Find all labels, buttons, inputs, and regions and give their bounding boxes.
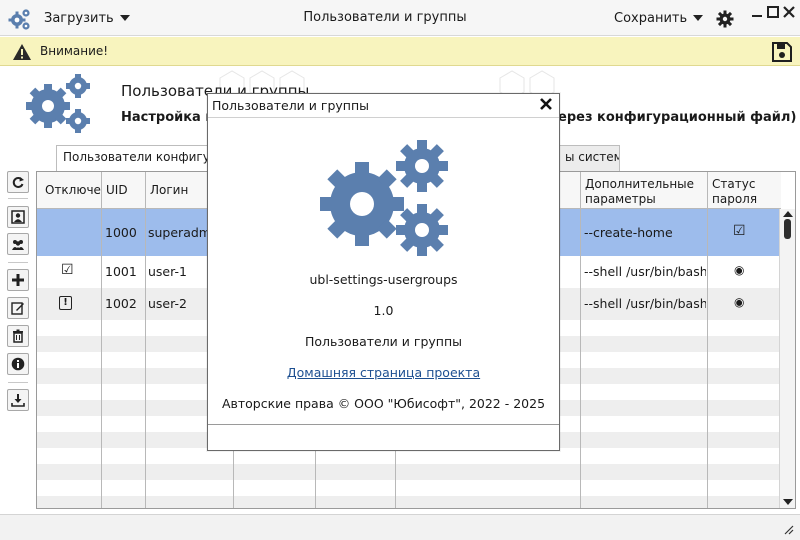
tab-config-users[interactable]: Пользователи конфигурации xyxy=(56,145,208,172)
download-icon xyxy=(11,394,25,407)
status-bar xyxy=(0,514,800,540)
blocked-status-icon[interactable]: ! xyxy=(59,296,72,310)
plus-icon xyxy=(12,274,24,286)
add-button[interactable] xyxy=(7,269,29,291)
empty-row xyxy=(37,464,781,480)
homepage-link[interactable]: Домашняя страница проекта xyxy=(287,365,480,380)
minimize-icon[interactable] xyxy=(751,6,763,18)
app-logo-gears-icon xyxy=(320,140,448,256)
close-icon[interactable] xyxy=(783,6,795,18)
close-icon[interactable] xyxy=(539,97,553,111)
cell-extra-params: --shell /usr/bin/bash xyxy=(584,264,706,279)
dialog-title: Пользователи и группы xyxy=(212,98,369,113)
scroll-thumb[interactable] xyxy=(784,219,791,239)
settings-gear-icon[interactable] xyxy=(716,10,734,28)
header-gears-icon xyxy=(26,74,90,133)
load-menu-button[interactable]: Загрузить xyxy=(44,8,130,28)
users-group-button[interactable] xyxy=(7,233,29,255)
app-gears-icon xyxy=(8,9,30,30)
cell-uid: 1000 xyxy=(105,225,137,240)
chevron-down-icon xyxy=(119,15,130,21)
scroll-up-icon[interactable] xyxy=(783,211,793,217)
password-status-icon: ☑ xyxy=(733,223,746,239)
maximize-icon[interactable] xyxy=(767,6,779,18)
table-scrollbar[interactable] xyxy=(779,209,795,508)
warning-icon xyxy=(13,44,31,60)
column-header-password-status[interactable]: Статус пароля xyxy=(708,172,780,209)
download-button[interactable] xyxy=(7,389,29,411)
info-icon xyxy=(11,357,25,371)
cell-extra-params: --shell /usr/bin/bash xyxy=(584,296,706,311)
copyright-text: Авторские права © ООО "Юбисофт", 2022 - … xyxy=(221,396,546,411)
title-bar: Загрузить Пользователи и группы Сохранит… xyxy=(0,0,800,36)
tab-system-users[interactable]: ы системы xyxy=(558,145,620,171)
cell-uid: 1001 xyxy=(105,264,137,279)
left-toolbar xyxy=(4,168,32,418)
info-button[interactable] xyxy=(7,353,29,375)
edit-button[interactable] xyxy=(7,297,29,319)
empty-row xyxy=(37,496,781,508)
save-menu-button[interactable]: Сохранить xyxy=(614,8,704,28)
scroll-down-icon[interactable] xyxy=(783,499,793,505)
dialog-header: Пользователи и группы xyxy=(208,94,559,118)
column-header-uid[interactable]: UID xyxy=(102,172,145,209)
refresh-button[interactable] xyxy=(7,171,29,193)
chevron-down-icon xyxy=(693,15,704,21)
app-version: 1.0 xyxy=(373,303,394,318)
password-status-icon: ◉ xyxy=(734,295,745,309)
refresh-icon xyxy=(12,177,24,188)
warning-text: Внимание! xyxy=(40,44,109,58)
delete-button[interactable] xyxy=(7,325,29,347)
disabled-checkbox-icon[interactable]: ☑ xyxy=(61,262,74,278)
app-name: ubl-settings-usergroups xyxy=(309,272,458,287)
resize-grip-icon[interactable] xyxy=(782,523,794,535)
cell-uid: 1002 xyxy=(105,296,137,311)
window-title: Пользователи и группы xyxy=(303,10,467,25)
save-label: Сохранить xyxy=(614,10,688,26)
warning-bar: Внимание! xyxy=(0,37,800,66)
dialog-footer-divider xyxy=(208,424,559,425)
user-card-button[interactable] xyxy=(7,206,29,228)
users-group-icon xyxy=(12,240,24,250)
column-header-disabled[interactable]: Отключен xyxy=(41,172,101,209)
about-dialog: Пользователи и группы ubl-settings-userg… xyxy=(207,93,560,451)
password-status-icon: ◉ xyxy=(734,263,745,277)
empty-row xyxy=(37,480,781,496)
user-card-icon xyxy=(11,210,25,224)
column-header-extra-params[interactable]: Дополнительные параметры xyxy=(581,172,707,209)
load-label: Загрузить xyxy=(44,10,114,26)
cell-extra-params: --create-home xyxy=(584,225,673,240)
homepage-link-row: Домашняя страница проекта xyxy=(208,365,559,380)
trash-icon xyxy=(13,329,23,343)
page-subtitle-end: ерез конфигурационный файл) xyxy=(558,110,797,125)
edit-icon xyxy=(11,302,24,315)
app-description: Пользователи и группы xyxy=(305,334,462,349)
save-disk-icon[interactable] xyxy=(771,41,793,63)
